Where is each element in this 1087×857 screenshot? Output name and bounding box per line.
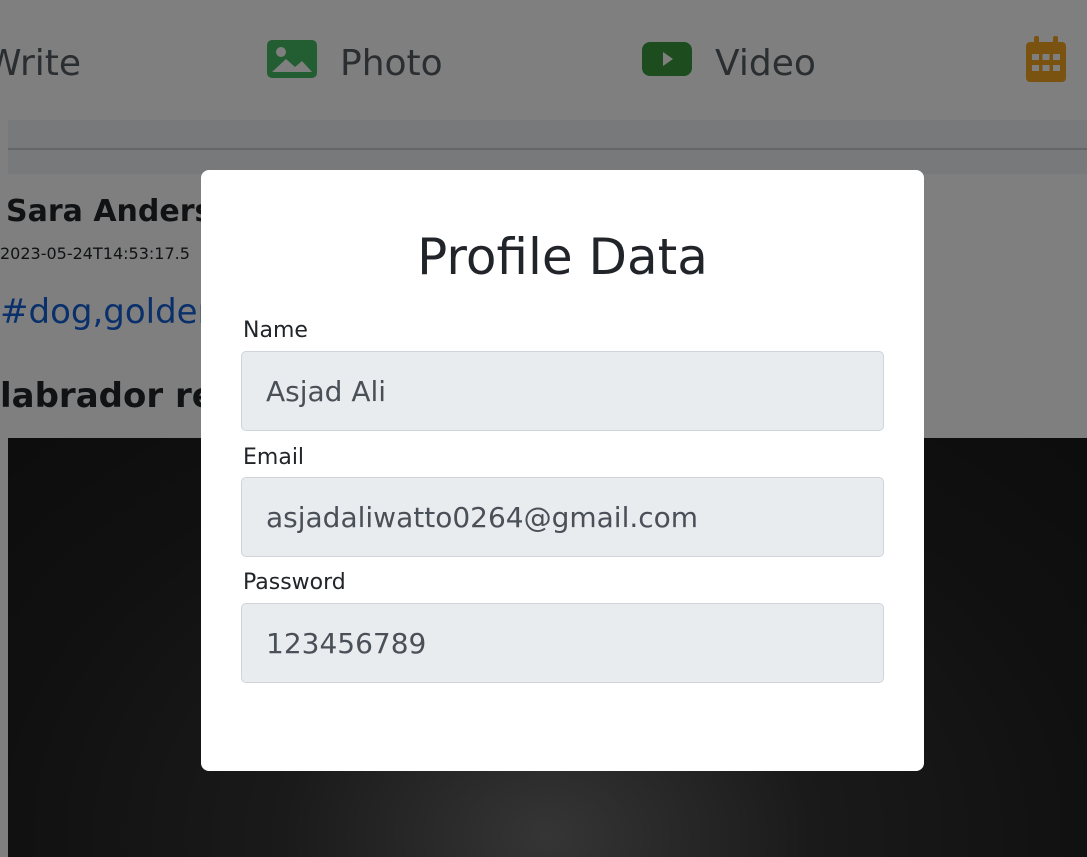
profile-data-modal: Profile Data Name Email Password bbox=[201, 170, 924, 771]
app-viewport: Write Photo Video bbox=[0, 0, 1087, 857]
modal-title: Profile Data bbox=[417, 228, 708, 286]
name-field[interactable] bbox=[241, 351, 884, 431]
password-field[interactable] bbox=[241, 603, 884, 683]
name-label: Name bbox=[243, 318, 308, 343]
email-label: Email bbox=[243, 445, 305, 470]
password-label: Password bbox=[243, 570, 346, 595]
email-field[interactable] bbox=[241, 477, 884, 557]
